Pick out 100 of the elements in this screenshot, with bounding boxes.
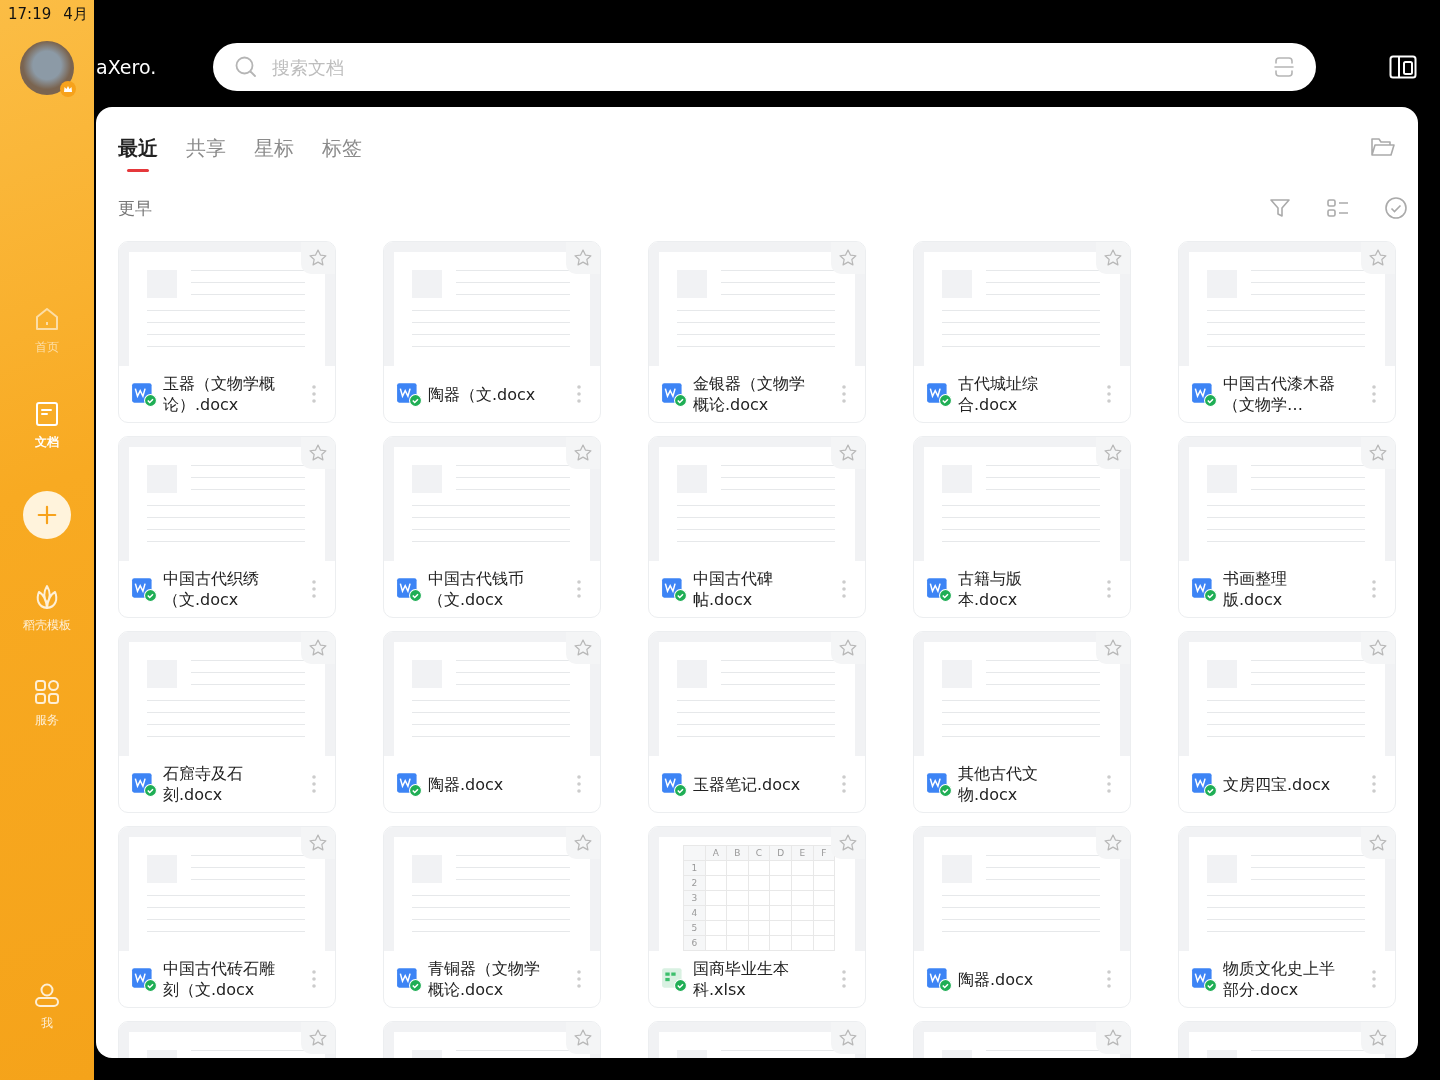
word-file-icon [1191, 576, 1217, 602]
file-card[interactable]: 玉器笔记.docx [648, 631, 866, 813]
file-card[interactable]: 古籍与版本.docx [913, 436, 1131, 618]
file-name: 其他古代文物.docx [958, 763, 1039, 805]
file-name: 玉器笔记.docx [693, 773, 801, 795]
star-icon [1103, 248, 1123, 268]
star-icon [1368, 638, 1388, 658]
tab[interactable]: 共享 [186, 135, 226, 174]
file-card[interactable]: 玉器（文物学概论）.docx [118, 241, 336, 423]
sheet-column-label: C [748, 845, 770, 861]
spreadsheet-file-icon [661, 966, 687, 992]
file-name: 文房四宝.docx [1223, 773, 1331, 795]
more-options-icon[interactable] [576, 384, 582, 404]
more-options-icon[interactable] [576, 969, 582, 989]
avatar-photo-placeholder[interactable] [20, 41, 74, 95]
word-file-icon [396, 771, 422, 797]
word-file-icon [661, 576, 687, 602]
star-icon [573, 248, 593, 268]
filter-icon[interactable] [1268, 196, 1292, 220]
more-options-icon[interactable] [311, 969, 317, 989]
plus-icon [36, 504, 58, 526]
more-options-icon[interactable] [311, 579, 317, 599]
more-options-icon[interactable] [1106, 579, 1112, 599]
sheet-column-label: A [705, 845, 727, 861]
word-file-icon [396, 381, 422, 407]
star-icon [838, 638, 858, 658]
user-name: aXero. [96, 55, 158, 80]
word-file-icon [1191, 381, 1217, 407]
file-card[interactable]: 物质文化史上半部分.docx [1178, 826, 1396, 1008]
star-icon [308, 443, 328, 463]
word-file-icon [661, 771, 687, 797]
file-name: 中国古代砖石雕刻（文.docx [163, 958, 276, 1000]
document-icon [33, 400, 61, 428]
star-icon [838, 1028, 858, 1048]
more-options-icon[interactable] [841, 969, 847, 989]
crown-icon [60, 81, 76, 97]
more-options-icon[interactable] [841, 384, 847, 404]
home-icon [33, 305, 61, 333]
sheet-column-label: E [791, 845, 814, 861]
more-options-icon[interactable] [1371, 384, 1377, 404]
more-options-icon[interactable] [1371, 969, 1377, 989]
more-options-icon[interactable] [1371, 774, 1377, 794]
file-card[interactable]: 陶器.docx [913, 826, 1131, 1008]
file-card[interactable]: 青铜器（文物学概论.docx [383, 826, 601, 1008]
folder-icon[interactable] [1370, 135, 1396, 158]
file-name: 石窟寺及石刻.docx [163, 763, 244, 805]
star-icon [1368, 248, 1388, 268]
sheet-column-label: D [769, 845, 792, 861]
star-icon [1368, 833, 1388, 853]
search-input[interactable]: 搜索文档 [270, 55, 1260, 79]
file-name: 中国古代漆木器（文物学… [1223, 373, 1336, 415]
search-field[interactable]: 搜索文档 [213, 43, 1316, 91]
file-name: 陶器.docx [958, 968, 1034, 990]
star-icon [1103, 833, 1123, 853]
star-icon [573, 1028, 593, 1048]
file-name: 古代城址综合.docx [958, 373, 1039, 415]
check-circle-icon[interactable] [1384, 196, 1408, 220]
more-options-icon[interactable] [1106, 774, 1112, 794]
add-button[interactable] [23, 491, 71, 539]
file-card[interactable]: 中国古代砖石雕刻（文.docx [118, 826, 336, 1008]
file-card[interactable]: 陶器（文.docx [383, 241, 601, 423]
more-options-icon[interactable] [1371, 579, 1377, 599]
file-card[interactable]: 中国古代织绣（文.docx [118, 436, 336, 618]
star-icon [308, 248, 328, 268]
scan-icon[interactable] [1272, 55, 1296, 79]
more-options-icon[interactable] [311, 774, 317, 794]
file-card[interactable]: 陶器.docx [383, 631, 601, 813]
more-options-icon[interactable] [576, 774, 582, 794]
more-options-icon[interactable] [1106, 384, 1112, 404]
file-card[interactable]: 石窟寺及石刻.docx [118, 631, 336, 813]
section-title: 更早 [118, 196, 152, 220]
word-file-icon [926, 966, 952, 992]
file-name: 玉器（文物学概论）.docx [163, 373, 276, 415]
more-options-icon[interactable] [576, 579, 582, 599]
file-name: 陶器（文.docx [428, 383, 536, 405]
list-view-icon[interactable] [1326, 196, 1350, 220]
star-icon [1103, 638, 1123, 658]
file-card[interactable]: 金银器（文物学概论.docx [648, 241, 866, 423]
file-card[interactable]: 书画整理版.docx [1178, 436, 1396, 618]
file-card[interactable]: 中国古代碑帖.docx [648, 436, 866, 618]
file-name: 古籍与版本.docx [958, 568, 1023, 610]
star-icon [308, 1028, 328, 1048]
file-card[interactable]: 古代城址综合.docx [913, 241, 1131, 423]
star-icon [838, 833, 858, 853]
more-options-icon[interactable] [311, 384, 317, 404]
file-card[interactable]: 其他古代文物.docx [913, 631, 1131, 813]
more-options-icon[interactable] [841, 774, 847, 794]
file-card[interactable]: A B C D E F 1 2 3 4 5 6 国商毕业生本科.xlsx [648, 826, 866, 1008]
file-card[interactable]: 文房四宝.docx [1178, 631, 1396, 813]
split-view-icon[interactable] [1389, 55, 1417, 79]
file-card[interactable]: 中国古代钱币（文.docx [383, 436, 601, 618]
file-card[interactable]: 中国古代漆木器（文物学… [1178, 241, 1396, 423]
tab[interactable]: 标签 [322, 135, 362, 174]
star-icon [1103, 443, 1123, 463]
more-options-icon[interactable] [841, 579, 847, 599]
more-options-icon[interactable] [1106, 969, 1112, 989]
word-file-icon [1191, 771, 1217, 797]
tab[interactable]: 最近 [118, 135, 158, 174]
file-name: 陶器.docx [428, 773, 504, 795]
file-name: 金银器（文物学概论.docx [693, 373, 806, 415]
